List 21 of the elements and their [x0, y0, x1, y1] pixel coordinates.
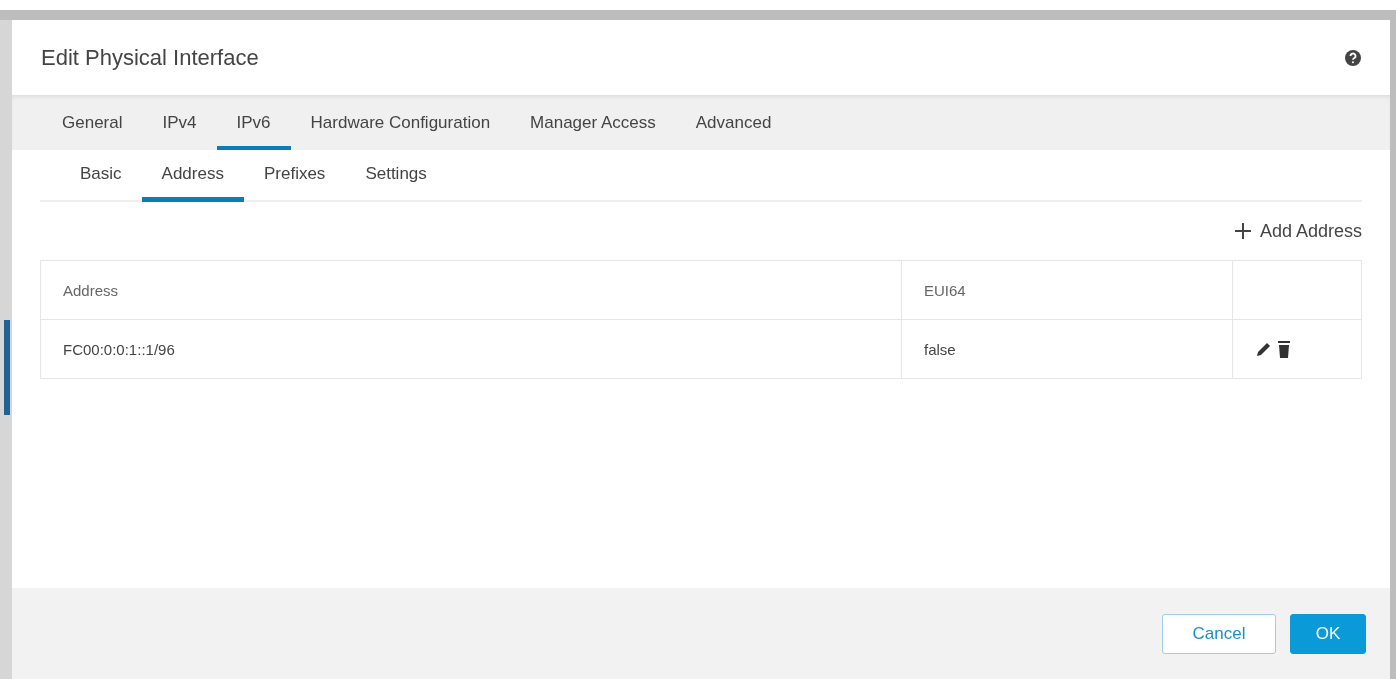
table-cell: FC00:0:0:1::1/96 — [40, 319, 902, 379]
tab[interactable]: Advanced — [675, 95, 792, 150]
tab[interactable]: Manager Access — [510, 95, 676, 150]
pencil-icon[interactable] — [1255, 340, 1273, 358]
column-header: Address — [40, 260, 902, 320]
tab[interactable]: General — [42, 95, 143, 150]
column-header: EUI64 — [901, 260, 1233, 320]
cancel-button[interactable]: Cancel — [1162, 613, 1276, 654]
trash-icon[interactable] — [1277, 339, 1291, 359]
tab[interactable]: IPv4 — [142, 95, 217, 150]
subtab[interactable]: Address — [141, 150, 244, 202]
help-icon[interactable] — [1344, 48, 1362, 67]
tab[interactable]: IPv6 — [216, 95, 291, 150]
subtab[interactable]: Basic — [60, 150, 142, 202]
tab[interactable]: Hardware Configuration — [290, 95, 511, 150]
subtab[interactable]: Settings — [345, 150, 447, 202]
dialog-title: Edit Physical Interface — [41, 44, 259, 71]
plus-icon — [1233, 222, 1252, 240]
subtab[interactable]: Prefixes — [243, 150, 346, 202]
table-cell: false — [901, 319, 1233, 379]
add-address-button[interactable]: Add Address — [1233, 220, 1362, 242]
